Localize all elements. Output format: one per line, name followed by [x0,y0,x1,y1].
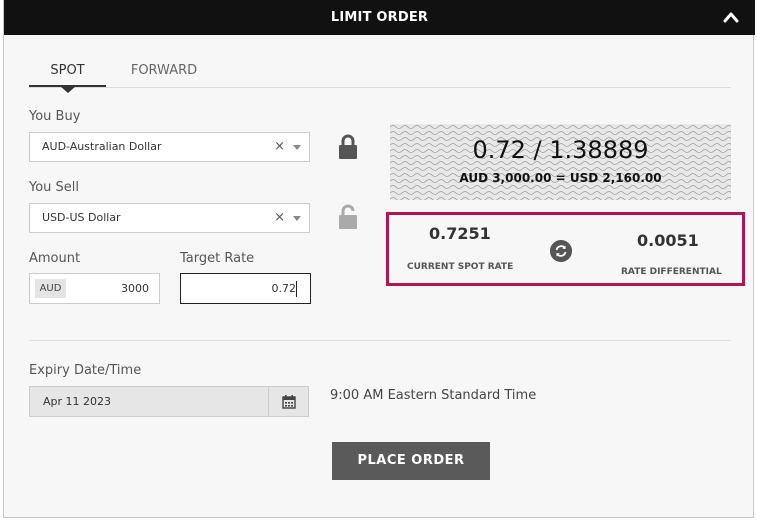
expiry-date-value: Apr 11 2023 [43,395,112,408]
calendar-icon [282,395,296,409]
section-divider [29,340,731,341]
you-buy-value: AUD-Australian Dollar [42,140,162,153]
panel-title: LIMIT ORDER [330,10,429,25]
chevron-up-icon[interactable] [723,10,739,24]
quote-conversion: AUD 3,000.00 = USD 2,160.00 [459,171,662,185]
expiry-timezone-text: 9:00 AM Eastern Standard Time [330,388,537,403]
you-sell-select[interactable]: USD-US Dollar × [29,203,310,233]
target-rate-input[interactable]: 0.72 [180,273,311,304]
target-rate-label: Target Rate [180,251,255,266]
text-cursor [296,281,297,297]
amount-value: 3000 [121,282,149,295]
expiry-label: Expiry Date/Time [29,363,142,378]
current-spot-rate-value: 0.7251 [429,224,491,243]
tab-spot[interactable]: SPOT [29,60,106,93]
place-order-button[interactable]: PLACE ORDER [332,442,490,480]
expiry-date-input[interactable]: Apr 11 2023 [29,386,309,417]
lock-open-icon[interactable] [338,204,358,230]
tab-spot-label: SPOT [50,63,85,78]
current-spot-rate-label: CURRENT SPOT RATE [407,262,514,272]
you-buy-dropdown-icon[interactable] [293,145,301,150]
panel-header: LIMIT ORDER [4,0,755,35]
active-tab-caret-icon [60,86,76,93]
quote-display: 0.72 / 1.38889 AUD 3,000.00 = USD 2,160.… [390,124,731,200]
you-buy-clear-icon[interactable]: × [274,133,285,161]
rate-differential-label: RATE DIFFERENTIAL [621,267,722,277]
order-type-tabs: SPOT FORWARD [29,60,731,93]
you-sell-value: USD-US Dollar [42,211,121,224]
tab-forward[interactable]: FORWARD [119,60,209,87]
refresh-icon[interactable] [550,240,572,262]
amount-label: Amount [29,251,81,266]
you-sell-label: You Sell [29,180,80,195]
amount-currency-tag: AUD [35,279,66,298]
quote-rate: 0.72 / 1.38889 [472,136,649,164]
calendar-button[interactable] [268,387,308,416]
you-sell-dropdown-icon[interactable] [293,216,301,221]
limit-order-panel: LIMIT ORDER SPOT FORWARD You Buy AUD-Aus… [3,0,755,518]
amount-input[interactable]: AUD 3000 [29,273,160,304]
tab-forward-label: FORWARD [130,63,198,78]
target-rate-value: 0.72 [271,282,297,295]
lock-closed-icon[interactable] [338,134,358,160]
spot-rate-box: 0.7251 CURRENT SPOT RATE 0.0051 RATE DIF… [386,212,745,286]
you-sell-clear-icon[interactable]: × [274,204,285,232]
you-buy-select[interactable]: AUD-Australian Dollar × [29,132,310,162]
you-buy-label: You Buy [29,109,81,124]
rate-differential-value: 0.0051 [637,231,699,250]
